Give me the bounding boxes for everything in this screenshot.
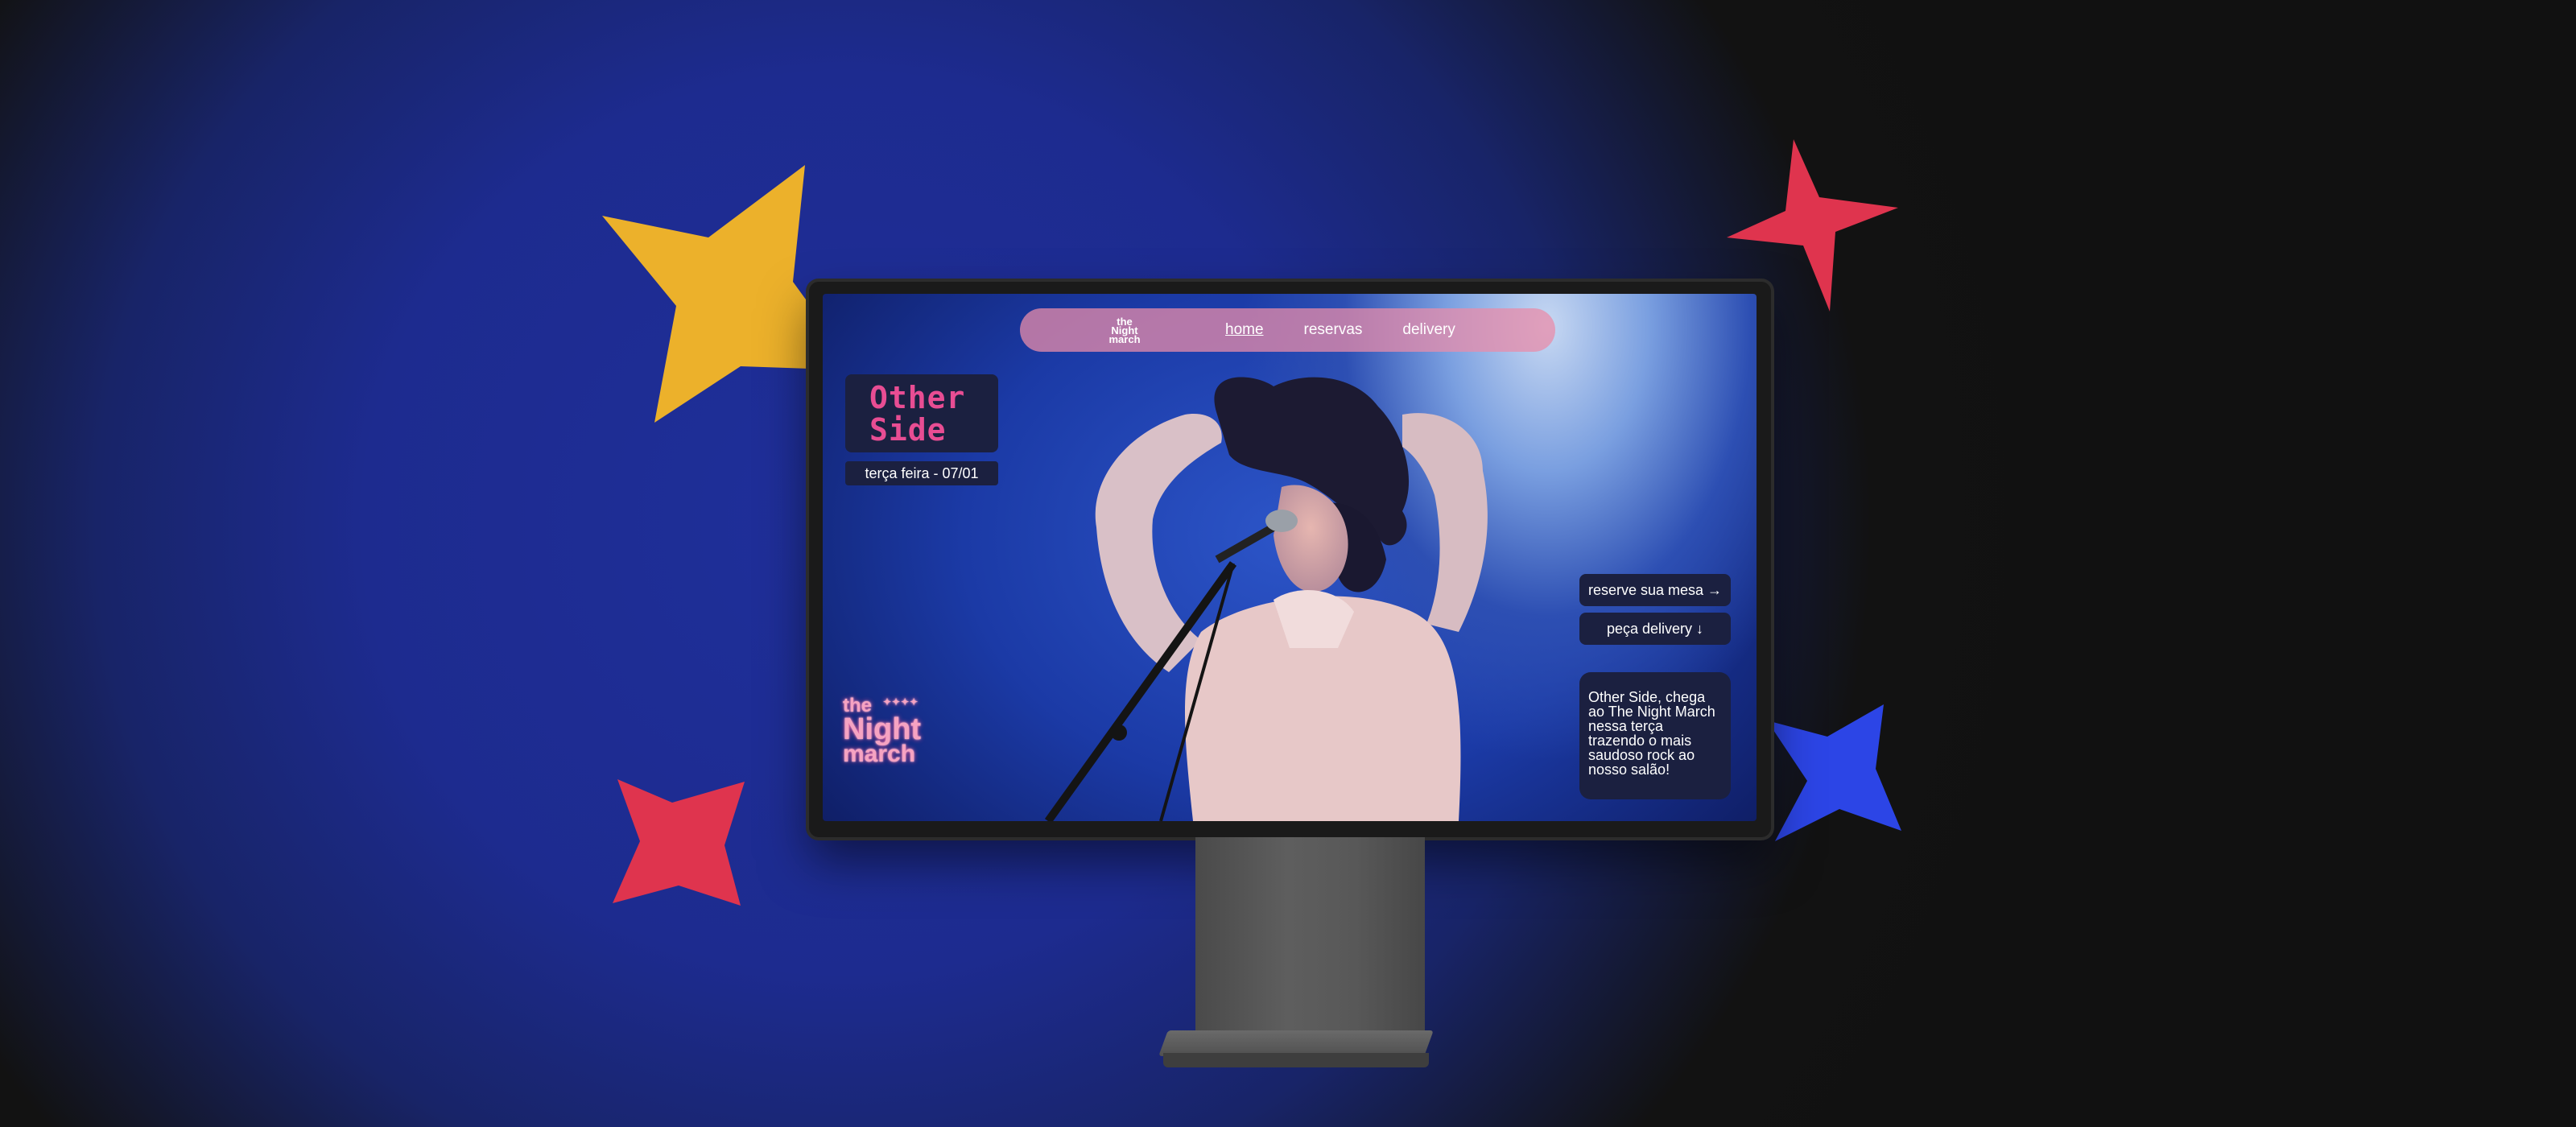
event-logo-card: Other Side [845, 374, 998, 452]
website-screen: the Night march home reservas delivery O… [823, 294, 1757, 821]
brand-line3: march [843, 741, 916, 767]
nav-link-delivery[interactable]: delivery [1402, 321, 1455, 339]
red-star-bottom-icon [613, 779, 745, 906]
brand-stars-icon: ✦✦✦✦ [883, 696, 919, 708]
reserve-table-button[interactable]: reserve sua mesa → [1579, 574, 1731, 606]
top-navbar: the Night march home reservas delivery [1020, 308, 1555, 352]
nav-logo-bottom: march [1108, 332, 1141, 345]
monitor-stand [1195, 837, 1425, 1034]
brand-line2: Night [843, 712, 922, 746]
brand-neon-logo: ✦✦✦✦ the Night march [843, 696, 939, 766]
event-logo-line1: Other [869, 379, 966, 415]
nav-link-home[interactable]: home [1225, 321, 1264, 339]
event-info-box: Other Side, chega ao The Night March nes… [1579, 672, 1731, 799]
event-logo-line2: Side [869, 411, 947, 448]
event-date: terça feira - 07/01 [845, 461, 998, 485]
monitor-base-edge [1163, 1053, 1429, 1067]
blue-star-icon [1767, 704, 1901, 841]
order-delivery-button[interactable]: peça delivery ↓ [1579, 613, 1731, 645]
nav-logo[interactable]: the Night march [1100, 316, 1149, 345]
nav-link-reservas[interactable]: reservas [1304, 321, 1363, 339]
